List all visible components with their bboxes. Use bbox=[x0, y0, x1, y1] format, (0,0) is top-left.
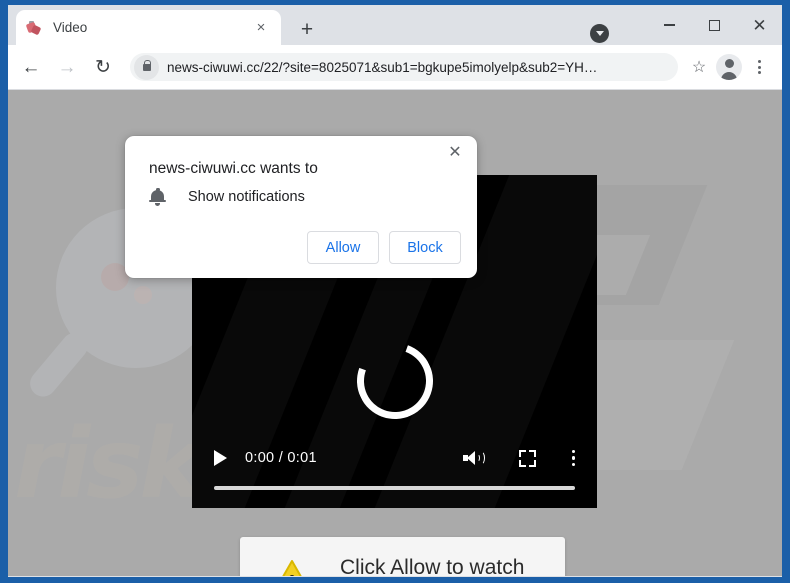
fullscreen-icon[interactable] bbox=[518, 449, 536, 467]
play-button[interactable] bbox=[214, 450, 227, 466]
permission-row: Show notifications bbox=[149, 188, 305, 206]
page-favicon-icon bbox=[25, 20, 42, 36]
warning-triangle-icon bbox=[266, 559, 318, 576]
click-allow-banner: Click Allow to watch the video bbox=[240, 537, 565, 576]
volume-icon[interactable] bbox=[462, 450, 485, 466]
more-options-icon[interactable] bbox=[571, 449, 575, 467]
bookmark-star-icon[interactable]: ☆ bbox=[684, 52, 714, 82]
new-tab-button[interactable]: + bbox=[293, 15, 321, 43]
notification-permission-popup: ✕ news-ciwuwi.cc wants to Show notificat… bbox=[125, 136, 477, 278]
popup-title: news-ciwuwi.cc wants to bbox=[149, 160, 318, 177]
banner-text: Click Allow to watch the video bbox=[340, 554, 524, 576]
permission-label: Show notifications bbox=[188, 189, 305, 205]
block-button[interactable]: Block bbox=[389, 231, 461, 264]
tab-strip: Video × + ✕ bbox=[8, 5, 782, 45]
video-time-display: 0:00 / 0:01 bbox=[245, 450, 317, 466]
address-bar[interactable]: news-ciwuwi.cc/22/?site=8025071&sub1=bgk… bbox=[130, 53, 678, 81]
video-controls: 0:00 / 0:01 bbox=[192, 438, 597, 478]
forward-button: → bbox=[57, 56, 77, 78]
allow-button[interactable]: Allow bbox=[307, 231, 379, 264]
reload-button[interactable]: ↻ bbox=[88, 52, 118, 82]
page-viewport: risk.com 0:00 / 0:01 bbox=[8, 90, 782, 576]
minimize-button[interactable] bbox=[647, 8, 692, 42]
banner-line-1: Click Allow to watch bbox=[340, 556, 525, 576]
browser-window: Video × + ✕ ← → ↻ news-ciwuwi.cc/22/?sit… bbox=[8, 5, 782, 577]
browser-menu-icon[interactable] bbox=[744, 52, 774, 82]
profile-avatar-icon[interactable] bbox=[716, 54, 742, 80]
lock-icon[interactable] bbox=[134, 54, 159, 80]
window-controls: ✕ bbox=[590, 5, 782, 45]
tab-search-chevron-icon[interactable] bbox=[590, 23, 609, 43]
close-window-button[interactable]: ✕ bbox=[737, 8, 782, 42]
video-progress-bar[interactable] bbox=[214, 486, 575, 490]
bell-icon bbox=[149, 188, 166, 206]
tab-title: Video bbox=[53, 20, 88, 35]
browser-toolbar: ← → ↻ news-ciwuwi.cc/22/?site=8025071&su… bbox=[8, 45, 782, 90]
url-text: news-ciwuwi.cc/22/?site=8025071&sub1=bgk… bbox=[167, 59, 598, 75]
popup-actions: Allow Block bbox=[307, 231, 461, 264]
close-popup-icon[interactable]: ✕ bbox=[443, 141, 467, 165]
maximize-button[interactable] bbox=[692, 8, 737, 42]
close-icon: ✕ bbox=[752, 15, 767, 35]
tab-video[interactable]: Video × bbox=[16, 10, 281, 45]
back-button[interactable]: ← bbox=[16, 52, 46, 82]
close-tab-icon[interactable]: × bbox=[251, 18, 271, 38]
